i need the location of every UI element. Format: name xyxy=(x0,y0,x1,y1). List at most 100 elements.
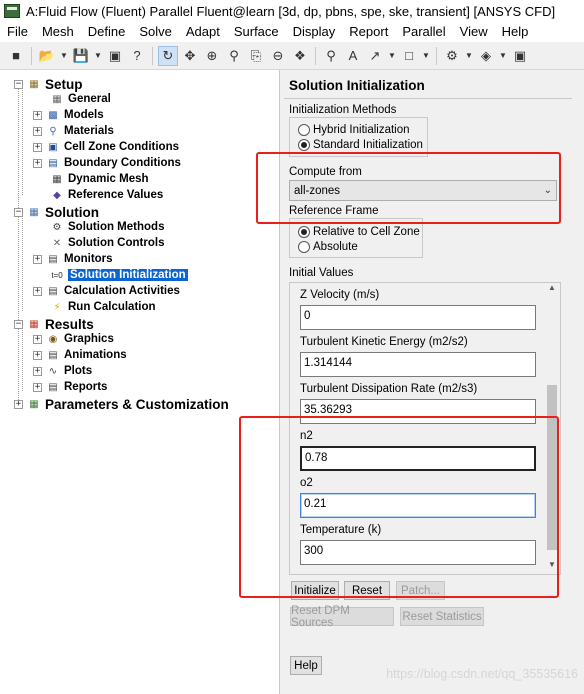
radio-button-selected[interactable] xyxy=(298,139,310,151)
expand-icon[interactable]: + xyxy=(33,350,42,360)
tree-item-plots[interactable]: + ∿ Plots xyxy=(33,363,92,379)
zoom-in-icon[interactable]: ⊕ xyxy=(202,46,222,66)
screenshot-icon[interactable]: ▣ xyxy=(105,46,125,66)
chevron-down-icon[interactable]: ▼ xyxy=(498,51,508,60)
chevron-down-icon[interactable]: ▼ xyxy=(421,51,431,60)
tree-item-general[interactable]: ▦ General xyxy=(50,91,111,107)
menu-solve[interactable]: Solve xyxy=(132,22,179,42)
zoom-fit-icon[interactable]: ⚲ xyxy=(321,46,341,66)
views-icon[interactable]: ⚙ xyxy=(442,46,462,66)
tree-item-run-calculation[interactable]: ⚡ Run Calculation xyxy=(50,299,155,315)
help-button[interactable]: Help xyxy=(290,656,322,675)
standard-initialization-radio[interactable]: Standard Initialization xyxy=(298,139,423,151)
chevron-down-icon[interactable]: ▼ xyxy=(387,51,397,60)
hybrid-initialization-radio[interactable]: Hybrid Initialization xyxy=(298,124,410,136)
toolbar-separator xyxy=(152,46,153,65)
menu-help[interactable]: Help xyxy=(495,22,536,42)
probe-icon[interactable]: ❖ xyxy=(290,46,310,66)
save-icon[interactable]: 💾 xyxy=(71,46,91,66)
lights-icon[interactable]: ◈ xyxy=(476,46,496,66)
zoom-box-icon[interactable]: ⎘ xyxy=(246,46,266,66)
cell-zone-icon: ▣ xyxy=(48,141,58,153)
solution-methods-icon: ⚙ xyxy=(52,221,62,233)
rotate-icon[interactable]: ↻ xyxy=(158,45,178,66)
tree-item-solution-initialization[interactable]: t=0 Solution Initialization xyxy=(50,267,188,283)
tree-item-cell-zone-conditions[interactable]: + ▣ Cell Zone Conditions xyxy=(33,139,179,155)
tree-item-reports[interactable]: + ▤ Reports xyxy=(33,379,107,395)
setup-icon: ▦ xyxy=(29,78,39,90)
tree-item-reference-values[interactable]: ◆ Reference Values xyxy=(50,187,163,203)
z-velocity-input[interactable]: 0 xyxy=(300,305,536,330)
menu-view[interactable]: View xyxy=(453,22,495,42)
absolute-radio[interactable]: Absolute xyxy=(298,241,358,253)
window-layout-icon[interactable]: □ xyxy=(399,46,419,66)
menu-display[interactable]: Display xyxy=(286,22,343,42)
expand-icon[interactable]: + xyxy=(14,399,23,409)
chevron-down-icon[interactable]: ▼ xyxy=(93,51,103,60)
graphics-icon: ◉ xyxy=(48,333,58,345)
menu-surface[interactable]: Surface xyxy=(227,22,286,42)
tree-item-graphics[interactable]: + ◉ Graphics xyxy=(33,331,114,347)
collapse-icon[interactable]: − xyxy=(14,207,23,217)
cube-icon[interactable]: ▣ xyxy=(510,46,530,66)
tree-node-parameters[interactable]: + ▦ Parameters & Customization xyxy=(14,396,229,412)
tree-item-boundary-conditions[interactable]: + ▤ Boundary Conditions xyxy=(33,155,181,171)
collapse-icon[interactable]: − xyxy=(14,319,23,329)
tree-node-results[interactable]: − ▦ Results xyxy=(14,316,94,332)
turbulent-kinetic-energy-input[interactable]: 1.314144 xyxy=(300,352,536,377)
zoom-icon[interactable]: ⚲ xyxy=(224,46,244,66)
expand-icon[interactable]: + xyxy=(33,366,42,376)
scroll-up-icon[interactable]: ▲ xyxy=(544,283,560,297)
annotation-highlight-species-fields xyxy=(239,416,559,598)
open-folder-icon[interactable]: 📂 xyxy=(37,46,57,66)
radio-button[interactable] xyxy=(298,124,310,136)
draw-icon[interactable]: ↗ xyxy=(365,46,385,66)
expand-icon[interactable]: + xyxy=(33,110,42,120)
expand-icon[interactable]: + xyxy=(33,158,42,168)
tree-item-animations[interactable]: + ▤ Animations xyxy=(33,347,127,363)
tree-item-models[interactable]: + ▩ Models xyxy=(33,107,104,123)
expand-icon[interactable]: + xyxy=(33,334,42,344)
tree-item-monitors[interactable]: + ▤ Monitors xyxy=(33,251,113,267)
solution-icon: ▦ xyxy=(29,206,39,218)
expand-icon[interactable]: + xyxy=(33,142,42,152)
expand-icon[interactable]: + xyxy=(33,254,42,264)
relative-to-cell-zone-radio[interactable]: Relative to Cell Zone xyxy=(298,226,420,238)
menu-mesh[interactable]: Mesh xyxy=(35,22,81,42)
zoom-out-icon[interactable]: ⊖ xyxy=(268,46,288,66)
tree-node-solution[interactable]: − ▦ Solution xyxy=(14,204,99,220)
tree-item-materials[interactable]: + ⚲ Materials xyxy=(33,123,114,139)
annotate-icon[interactable]: A xyxy=(343,46,363,66)
chevron-down-icon[interactable]: ▼ xyxy=(59,51,69,60)
reset-dpm-sources-button[interactable]: Reset DPM Sources xyxy=(290,605,394,629)
initialization-t0-icon: t=0 xyxy=(51,270,63,280)
menu-parallel[interactable]: Parallel xyxy=(395,22,452,42)
stop-icon[interactable]: ■ xyxy=(6,46,26,66)
expand-icon[interactable]: + xyxy=(33,382,42,392)
help-icon[interactable]: ? xyxy=(127,46,147,66)
field-label: Turbulent Kinetic Energy (m2/s2) xyxy=(300,336,468,348)
tree-item-dynamic-mesh[interactable]: ▦ Dynamic Mesh xyxy=(50,171,148,187)
radio-button-selected[interactable] xyxy=(298,226,310,238)
outer-scrollbar[interactable] xyxy=(572,70,584,694)
collapse-icon[interactable]: − xyxy=(14,79,23,89)
tree-item-solution-methods[interactable]: ⚙ Solution Methods xyxy=(50,219,165,235)
tree-item-solution-controls[interactable]: ✕ Solution Controls xyxy=(50,235,165,251)
tree-node-setup[interactable]: − ▦ Setup xyxy=(14,76,83,92)
menu-define[interactable]: Define xyxy=(81,22,133,42)
general-icon: ▦ xyxy=(52,93,62,105)
radio-button[interactable] xyxy=(298,241,310,253)
title-bar: A:Fluid Flow (Fluent) Parallel Fluent@le… xyxy=(0,0,584,22)
chevron-down-icon[interactable]: ▼ xyxy=(464,51,474,60)
toolbar-separator xyxy=(315,46,316,65)
pan-icon[interactable]: ✥ xyxy=(180,46,200,66)
menu-file[interactable]: File xyxy=(0,22,35,42)
toolbar: ■ 📂 ▼ 💾 ▼ ▣ ? ↻ ✥ ⊕ ⚲ ⎘ ⊖ ❖ ⚲ A ↗ ▼ □ ▼ … xyxy=(0,42,584,70)
tree-item-calculation-activities[interactable]: + ▤ Calculation Activities xyxy=(33,283,180,299)
expand-icon[interactable]: + xyxy=(33,126,42,136)
z-velocity-field: Z Velocity (m/s) 0 xyxy=(300,289,540,330)
menu-report[interactable]: Report xyxy=(342,22,395,42)
menu-adapt[interactable]: Adapt xyxy=(179,22,227,42)
expand-icon[interactable]: + xyxy=(33,286,42,296)
reset-statistics-button[interactable]: Reset Statistics xyxy=(400,607,484,626)
